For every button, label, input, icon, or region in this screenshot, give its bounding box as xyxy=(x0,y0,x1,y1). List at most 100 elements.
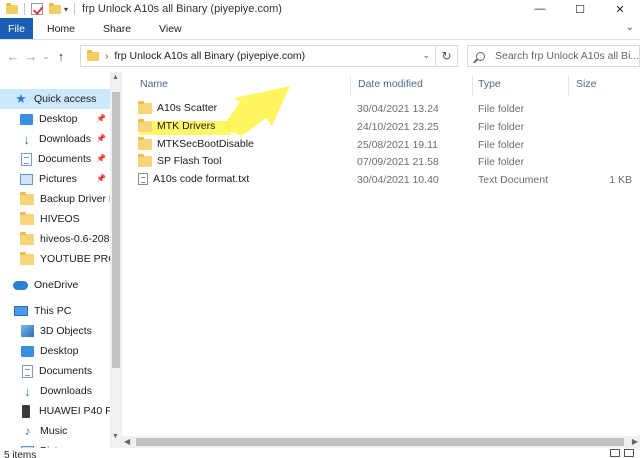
nav-item-3d-objects[interactable]: 3D Objects xyxy=(0,321,110,341)
desktop-icon xyxy=(20,113,33,125)
breadcrumb-separator[interactable]: › xyxy=(105,51,108,62)
details-view-icon[interactable] xyxy=(610,449,620,457)
scrollbar-thumb[interactable] xyxy=(136,438,624,446)
phone-icon xyxy=(22,404,30,418)
nav-item-pc-downloads[interactable]: ↓ Downloads xyxy=(0,381,110,401)
forward-button[interactable]: → xyxy=(22,49,40,64)
search-icon xyxy=(476,51,485,61)
nav-item-quick-access[interactable]: ★ Quick access xyxy=(0,89,110,109)
nav-pane-scrollbar[interactable]: ▲ ▼ xyxy=(110,72,122,458)
tab-home[interactable]: Home xyxy=(33,18,89,39)
view-toggle xyxy=(610,449,634,457)
scroll-right-icon[interactable]: ▶ xyxy=(632,437,638,446)
documents-icon xyxy=(21,152,32,166)
column-header-date[interactable]: Date modified xyxy=(358,78,423,94)
nav-item-label: Documents xyxy=(38,153,92,165)
back-button[interactable]: ← xyxy=(4,49,22,64)
nav-item-label: This PC xyxy=(34,305,72,317)
nav-item-downloads[interactable]: ↓ Downloads 📌 xyxy=(0,129,110,149)
folder-icon xyxy=(20,251,34,265)
nav-item-music[interactable]: ♪ Music xyxy=(0,421,110,441)
scroll-up-icon[interactable]: ▲ xyxy=(112,74,119,81)
file-size: 1 KB xyxy=(609,174,632,186)
nav-item-label: OneDrive xyxy=(34,279,79,291)
file-name: A10s code format.txt xyxy=(153,173,250,185)
file-row[interactable]: MTKSecBootDisable 25/08/2021 19.11 File … xyxy=(132,136,632,154)
music-icon: ♪ xyxy=(24,423,31,438)
scroll-left-icon[interactable]: ◀ xyxy=(124,437,130,446)
divider xyxy=(24,3,25,15)
new-folder-icon[interactable] xyxy=(49,2,61,14)
address-bar[interactable]: › frp Unlock A10s all Binary (piyepiye.c… xyxy=(80,45,458,67)
nav-item-label: Downloads xyxy=(39,133,91,145)
file-name: MTKSecBootDisable xyxy=(157,138,254,150)
column-header-name[interactable]: Name xyxy=(140,78,168,94)
nav-item-desktop[interactable]: Desktop 📌 xyxy=(0,109,110,129)
pc-icon xyxy=(14,306,28,316)
folder-icon xyxy=(138,136,152,150)
folder-icon xyxy=(87,49,99,61)
nav-item-pc-desktop[interactable]: Desktop xyxy=(0,341,110,361)
file-type: File folder xyxy=(478,156,525,168)
scrollbar-thumb[interactable] xyxy=(112,92,120,368)
title-bar: ▾ frp Unlock A10s all Binary (piyepiye.c… xyxy=(0,0,640,18)
recent-locations-button[interactable]: ⌄ xyxy=(40,51,52,62)
file-row[interactable]: MTK Drivers 24/10/2021 23.25 File folder xyxy=(132,118,632,136)
scroll-down-icon[interactable]: ▼ xyxy=(112,433,119,440)
pin-icon: 📌 xyxy=(96,114,106,123)
file-list-horizontal-scrollbar[interactable]: ◀ ▶ xyxy=(122,436,640,448)
large-icons-view-icon[interactable] xyxy=(624,449,634,457)
file-date: 30/04/2021 13.24 xyxy=(357,103,439,115)
documents-icon xyxy=(22,364,33,378)
text-file-icon xyxy=(138,173,148,185)
nav-item-huawei-p40[interactable]: HUAWEI P40 Pro xyxy=(0,401,110,421)
expand-ribbon-icon[interactable]: ⌄ xyxy=(626,22,634,33)
minimize-button[interactable]: — xyxy=(520,0,560,18)
nav-item-label: HUAWEI P40 Pro xyxy=(39,405,110,417)
nav-item-this-pc[interactable]: This PC xyxy=(0,301,110,321)
tab-file[interactable]: File xyxy=(0,18,33,39)
address-dropdown-icon[interactable]: ⌄ xyxy=(422,50,430,61)
file-row[interactable]: A10s Scatter 30/04/2021 13.24 File folde… xyxy=(132,100,632,118)
tab-share[interactable]: Share xyxy=(89,18,145,39)
nav-item-onedrive[interactable]: OneDrive xyxy=(0,275,110,295)
quick-access-toolbar: ▾ xyxy=(0,0,78,18)
properties-icon[interactable] xyxy=(31,3,43,15)
nav-item-backup-driver[interactable]: Backup Driver R xyxy=(0,189,110,209)
cloud-icon xyxy=(13,280,28,290)
nav-item-documents[interactable]: Documents 📌 xyxy=(0,149,110,169)
file-date: 07/09/2021 21.58 xyxy=(357,156,439,168)
close-button[interactable]: ✕ xyxy=(600,0,640,18)
customize-toolbar-icon[interactable]: ▾ xyxy=(64,5,68,14)
nav-item-pc-documents[interactable]: Documents xyxy=(0,361,110,381)
desktop-icon xyxy=(21,345,34,357)
nav-item-label: Pictures xyxy=(39,173,77,185)
file-type: Text Document xyxy=(478,174,549,186)
column-divider[interactable] xyxy=(350,76,351,96)
nav-item-label: Backup Driver R xyxy=(40,193,110,205)
3d-objects-icon xyxy=(21,325,34,337)
breadcrumb-current[interactable]: frp Unlock A10s all Binary (piyepiye.com… xyxy=(114,50,305,62)
tab-view[interactable]: View xyxy=(145,18,196,39)
nav-item-hiveos-version[interactable]: hiveos-0.6-208-s xyxy=(0,229,110,249)
file-name: MTK Drivers xyxy=(157,120,216,132)
maximize-button[interactable]: ☐ xyxy=(560,0,600,18)
folder-icon[interactable] xyxy=(6,2,18,14)
navigation-pane: ★ Quick access Desktop 📌 ↓ Downloads 📌 D… xyxy=(0,72,122,458)
search-input[interactable]: Search frp Unlock A10s all Bi... xyxy=(467,45,640,67)
nav-item-pictures[interactable]: Pictures 📌 xyxy=(0,169,110,189)
nav-item-hiveos[interactable]: HIVEOS xyxy=(0,209,110,229)
up-button[interactable]: ↑ xyxy=(52,49,70,64)
column-header-type[interactable]: Type xyxy=(478,78,501,94)
file-row[interactable]: A10s code format.txt 30/04/2021 10.40 Te… xyxy=(132,171,632,189)
column-header-size[interactable]: Size xyxy=(576,78,596,94)
nav-item-label: Documents xyxy=(39,365,93,377)
pictures-icon xyxy=(20,173,33,185)
column-divider[interactable] xyxy=(472,76,473,96)
nav-item-youtube-project[interactable]: YOUTUBE PROJE xyxy=(0,249,110,269)
refresh-button[interactable]: ↻ xyxy=(435,46,457,66)
column-divider[interactable] xyxy=(568,76,569,96)
nav-item-label: hiveos-0.6-208-s xyxy=(40,233,110,245)
file-row[interactable]: SP Flash Tool 07/09/2021 21.58 File fold… xyxy=(132,153,632,171)
status-bar: 5 items xyxy=(0,448,640,458)
